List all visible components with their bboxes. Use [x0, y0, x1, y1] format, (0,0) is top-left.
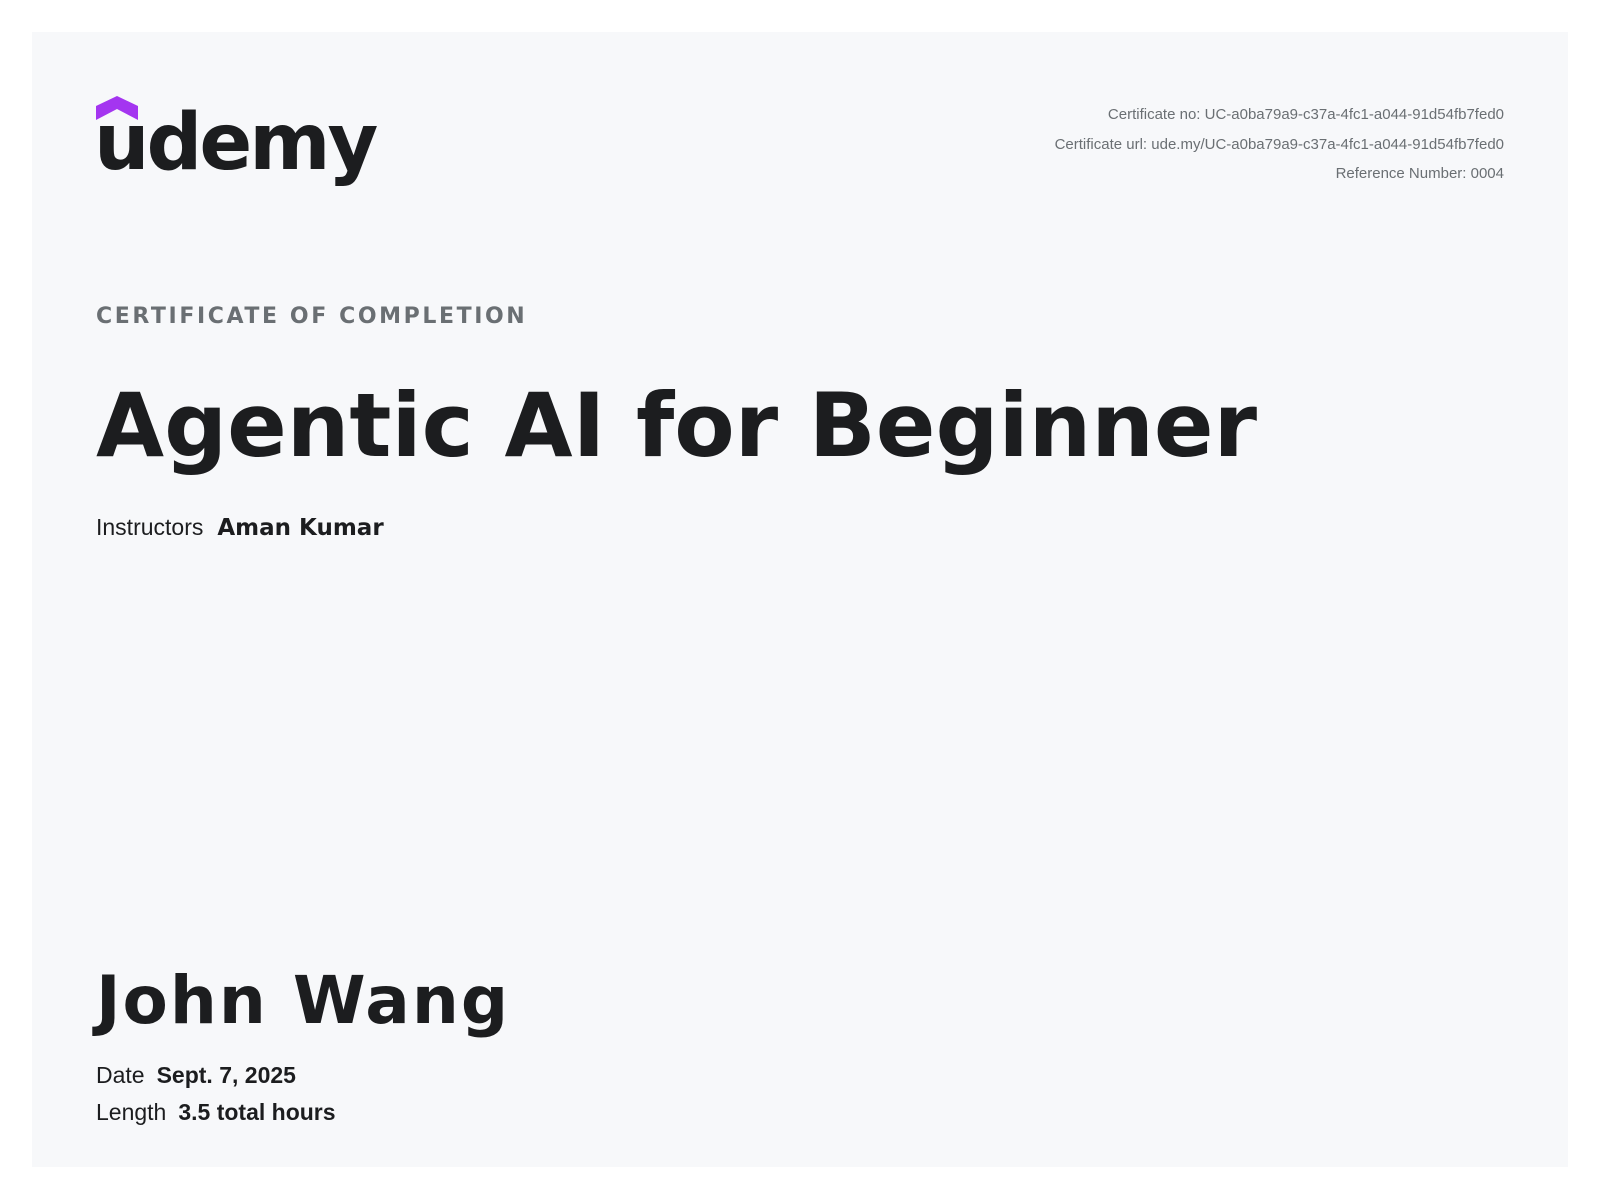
date-value: Sept. 7, 2025: [156, 1062, 296, 1088]
instructors-label: Instructors: [96, 514, 204, 540]
length-value: 3.5 total hours: [178, 1099, 336, 1125]
instructors-value: Aman Kumar: [217, 515, 384, 541]
certificate-url: Certificate url: ude.my/UC-a0ba79a9-c37a…: [1054, 135, 1504, 153]
instructors-row: Instructors Aman Kumar: [96, 514, 384, 541]
udemy-logo-wordmark: udemy: [94, 98, 378, 188]
udemy-logo: udemy: [94, 96, 378, 196]
date-label: Date: [96, 1062, 145, 1088]
length-row: Length 3.5 total hours: [96, 1099, 336, 1126]
certificate-label: CERTIFICATE OF COMPLETION: [96, 304, 528, 329]
recipient-name: John Wang: [96, 962, 511, 1039]
date-row: Date Sept. 7, 2025: [96, 1062, 296, 1089]
course-title: Agentic AI for Beginner: [96, 374, 1258, 477]
certificate-sheet: udemy Certificate no: UC-a0ba79a9-c37a-4…: [32, 32, 1568, 1167]
certificate-meta: Certificate no: UC-a0ba79a9-c37a-4fc1-a0…: [1055, 100, 1504, 189]
certificate-number: Certificate no: UC-a0ba79a9-c37a-4fc1-a0…: [1107, 106, 1504, 123]
length-label: Length: [96, 1099, 167, 1125]
reference-number: Reference Number: 0004: [1335, 165, 1504, 182]
